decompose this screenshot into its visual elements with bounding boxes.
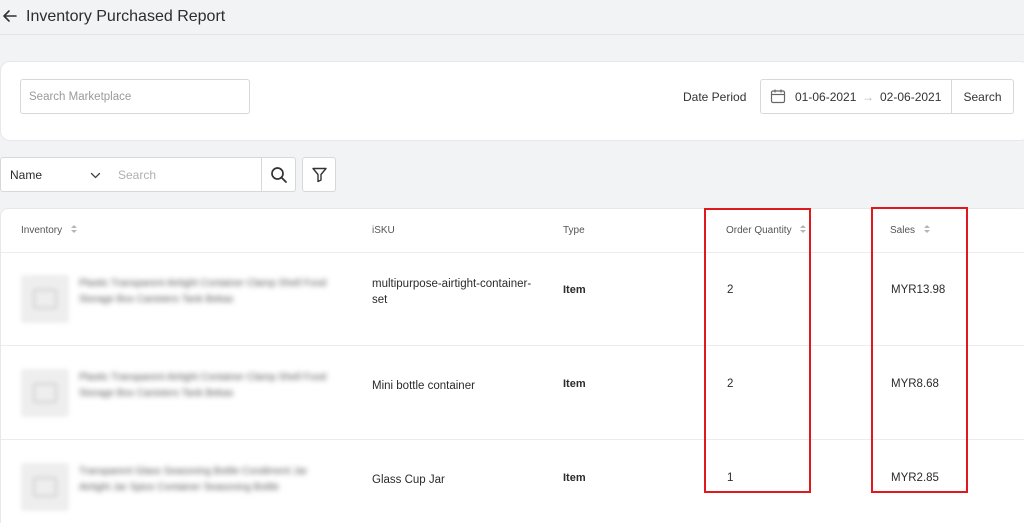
page-title: Inventory Purchased Report — [26, 8, 226, 25]
column-header-order-quantity[interactable]: Order Quantity — [726, 225, 807, 236]
column-header-label: Sales — [890, 225, 916, 236]
column-header-label: Type — [563, 225, 585, 236]
keyword-search-input[interactable] — [108, 157, 262, 192]
order-quantity-cell: 2 — [727, 284, 734, 296]
column-header-isku: iSKU — [372, 225, 395, 236]
inventory-table: Inventory iSKU Type Order Quantity Sales… — [0, 208, 1024, 523]
type-cell: Item — [563, 378, 586, 390]
sales-cell: MYR2.85 — [891, 472, 939, 484]
sort-icon[interactable] — [70, 223, 78, 235]
order-quantity-cell: 2 — [727, 378, 734, 390]
column-header-sales[interactable]: Sales — [890, 225, 931, 236]
isku-cell: multipurpose-airtight-container-set — [372, 278, 532, 306]
date-arrow: → — [862, 90, 874, 104]
sales-cell: MYR8.68 — [891, 378, 939, 390]
column-header-label: Order Quantity — [726, 225, 792, 236]
chevron-down-icon — [90, 172, 101, 179]
marketplace-search-input[interactable] — [20, 79, 250, 114]
field-select-label: Name — [10, 168, 43, 182]
sales-cell: MYR13.98 — [891, 284, 946, 296]
date-period-label: Date Period — [683, 90, 747, 104]
isku-cell: Mini bottle container — [372, 380, 475, 392]
keyword-search-button[interactable] — [261, 157, 296, 192]
inventory-name[interactable]: Plastic Transparent Airtight Container C… — [79, 276, 329, 308]
sort-icon[interactable] — [799, 223, 807, 235]
search-button[interactable]: Search — [951, 79, 1014, 114]
calendar-icon — [770, 89, 786, 104]
column-header-inventory[interactable]: Inventory — [21, 225, 78, 236]
column-header-type: Type — [563, 225, 585, 236]
filter-button[interactable] — [302, 157, 336, 192]
type-cell: Item — [563, 472, 586, 484]
column-header-label: Inventory — [21, 225, 63, 236]
table-row[interactable]: Plastic Transparent Airtight Container C… — [1, 346, 1024, 440]
filter-icon — [312, 167, 327, 183]
table-row[interactable]: Plastic Transparent Airtight Container C… — [1, 252, 1024, 346]
isku-cell: Glass Cup Jar — [372, 474, 445, 486]
type-cell: Item — [563, 284, 586, 296]
product-thumbnail — [21, 369, 69, 417]
top-bar: Inventory Purchased Report — [0, 0, 1024, 35]
order-quantity-cell: 1 — [727, 472, 734, 484]
sort-icon[interactable] — [923, 223, 931, 235]
date-end[interactable]: 02-06-2021 — [880, 90, 941, 104]
date-range-picker[interactable]: 01-06-2021 → 02-06-2021 — [760, 79, 952, 114]
product-thumbnail — [21, 463, 69, 511]
arrow-left-icon[interactable] — [1, 7, 19, 25]
inventory-name[interactable]: Transparent Glass Seasoning Bottle Condi… — [79, 464, 329, 496]
table-row[interactable]: Transparent Glass Seasoning Bottle Condi… — [1, 440, 1024, 523]
field-select[interactable]: Name — [0, 157, 109, 192]
date-start[interactable]: 01-06-2021 — [795, 90, 856, 104]
inventory-name[interactable]: Plastic Transparent Airtight Container C… — [79, 370, 329, 402]
product-thumbnail — [21, 275, 69, 323]
column-header-label: iSKU — [372, 225, 395, 236]
search-icon — [271, 167, 287, 183]
